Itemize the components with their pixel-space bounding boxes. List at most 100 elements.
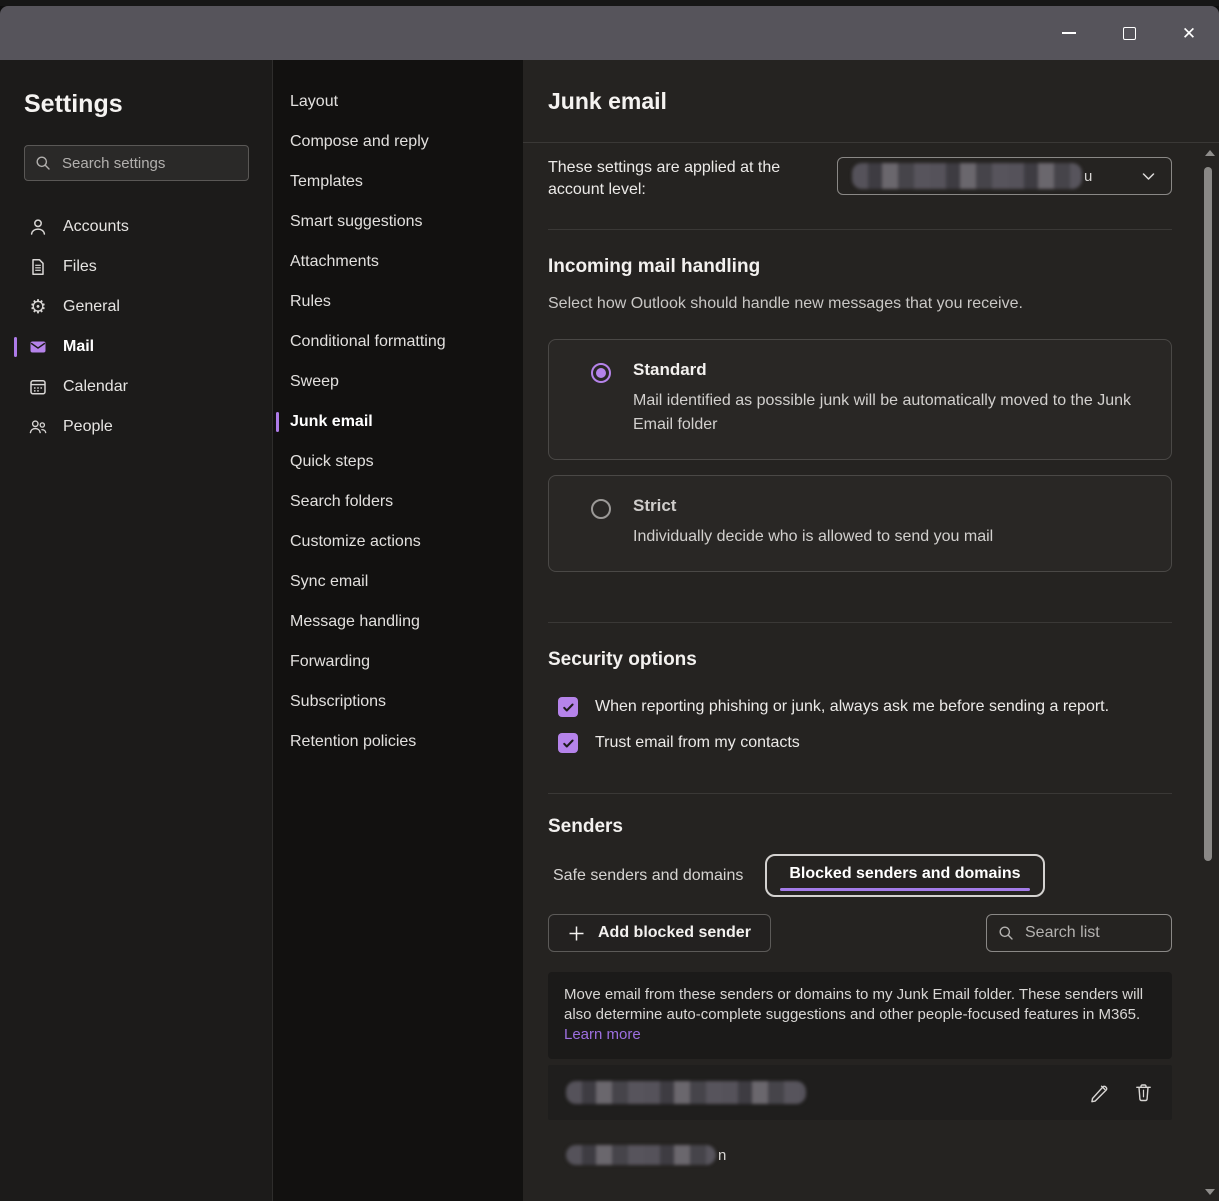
maximize-icon bbox=[1123, 27, 1136, 40]
delete-icon[interactable] bbox=[1133, 1082, 1154, 1103]
incoming-mail-heading: Incoming mail handling bbox=[548, 256, 1172, 278]
nav-item-junk-email[interactable]: Junk email bbox=[273, 402, 523, 442]
nav-item-attachments[interactable]: Attachments bbox=[273, 242, 523, 282]
checkbox-row-trust-contacts: Trust email from my contacts bbox=[548, 733, 1172, 753]
standard-option-card[interactable]: Standard Mail identified as possible jun… bbox=[548, 339, 1172, 460]
sidebar-item-label: People bbox=[63, 418, 113, 436]
divider bbox=[548, 793, 1172, 794]
add-blocked-sender-label: Add blocked sender bbox=[598, 924, 751, 942]
option-content: Strict Individually decide who is allowe… bbox=[633, 496, 993, 549]
blocked-sender-row: n bbox=[548, 1140, 1172, 1170]
settings-dialog-title: Settings bbox=[24, 90, 272, 119]
person-icon bbox=[28, 217, 48, 237]
nav-item-rules[interactable]: Rules bbox=[273, 282, 523, 322]
pane-header: Junk email bbox=[523, 60, 1219, 143]
account-dropdown-value-redacted bbox=[852, 163, 1082, 189]
blocked-sender-address-suffix: n bbox=[718, 1147, 726, 1164]
sidebar-item-files[interactable]: Files bbox=[0, 247, 272, 287]
file-icon bbox=[28, 257, 48, 277]
checkbox-checked-icon[interactable] bbox=[558, 733, 578, 753]
blocked-sender-row bbox=[548, 1065, 1172, 1120]
nav-item-search-folders[interactable]: Search folders bbox=[273, 482, 523, 522]
tab-safe-senders[interactable]: Safe senders and domains bbox=[548, 867, 743, 885]
standard-option-description: Mail identified as possible junk will be… bbox=[633, 389, 1151, 437]
nav-item-forwarding[interactable]: Forwarding bbox=[273, 642, 523, 682]
people-icon bbox=[28, 417, 48, 437]
incoming-mail-subtitle: Select how Outlook should handle new mes… bbox=[548, 295, 1172, 313]
radio-selected-icon[interactable] bbox=[591, 363, 611, 383]
nav-item-message-handling[interactable]: Message handling bbox=[273, 602, 523, 642]
nav-item-quick-steps[interactable]: Quick steps bbox=[273, 442, 523, 482]
close-button[interactable]: ✕ bbox=[1159, 6, 1219, 60]
chevron-down-icon bbox=[1140, 168, 1157, 185]
sidebar-item-label: General bbox=[63, 298, 120, 316]
scrollbar[interactable] bbox=[1201, 143, 1217, 1201]
junk-email-pane: Junk email These settings are applied at… bbox=[523, 60, 1219, 1201]
account-level-row: These settings are applied at the accoun… bbox=[548, 157, 1172, 201]
maximize-button[interactable] bbox=[1099, 6, 1159, 60]
checkbox-row-report-ask: When reporting phishing or junk, always … bbox=[548, 697, 1172, 717]
sidebar-item-label: Mail bbox=[63, 338, 94, 356]
add-blocked-sender-button[interactable]: Add blocked sender bbox=[548, 914, 771, 952]
nav-item-conditional-formatting[interactable]: Conditional formatting bbox=[273, 322, 523, 362]
checkbox-label: Trust email from my contacts bbox=[595, 734, 800, 752]
nav-item-sync-email[interactable]: Sync email bbox=[273, 562, 523, 602]
learn-more-link[interactable]: Learn more bbox=[564, 1026, 641, 1043]
nav-item-sweep[interactable]: Sweep bbox=[273, 362, 523, 402]
security-options-heading: Security options bbox=[548, 649, 1172, 671]
strict-option-description: Individually decide who is allowed to se… bbox=[633, 525, 993, 549]
calendar-icon bbox=[28, 377, 48, 397]
settings-search-input[interactable] bbox=[60, 154, 263, 173]
sidebar-item-accounts[interactable]: Accounts bbox=[0, 207, 272, 247]
strict-option-title: Strict bbox=[633, 496, 993, 516]
sidebar-item-mail[interactable]: Mail bbox=[0, 327, 272, 367]
scrollbar-thumb[interactable] bbox=[1204, 167, 1212, 861]
sidebar-item-calendar[interactable]: Calendar bbox=[0, 367, 272, 407]
option-content: Standard Mail identified as possible jun… bbox=[633, 360, 1151, 437]
minimize-button[interactable] bbox=[1039, 6, 1099, 60]
nav-item-smart-suggestions[interactable]: Smart suggestions bbox=[273, 202, 523, 242]
mail-icon bbox=[28, 337, 48, 357]
close-icon: ✕ bbox=[1182, 25, 1196, 42]
nav-item-subscriptions[interactable]: Subscriptions bbox=[273, 682, 523, 722]
scrollbar-down-arrow-icon[interactable] bbox=[1205, 1189, 1215, 1195]
sidebar-item-people[interactable]: People bbox=[0, 407, 272, 447]
search-list-input[interactable] bbox=[1023, 923, 1143, 943]
nav-item-retention-policies[interactable]: Retention policies bbox=[273, 722, 523, 762]
divider bbox=[548, 229, 1172, 230]
titlebar[interactable]: ✕ bbox=[0, 6, 1219, 60]
nav-item-customize-actions[interactable]: Customize actions bbox=[273, 522, 523, 562]
sidebar-category-list: Accounts Files ⚙ General Mail bbox=[0, 207, 272, 447]
radio-unselected-icon[interactable] bbox=[591, 499, 611, 519]
sidebar-item-label: Files bbox=[63, 258, 97, 276]
divider bbox=[548, 622, 1172, 623]
settings-sidebar: Settings Accounts File bbox=[0, 60, 273, 1201]
search-icon bbox=[998, 925, 1014, 941]
minimize-icon bbox=[1062, 32, 1076, 34]
search-list-box[interactable] bbox=[986, 914, 1172, 952]
standard-option-title: Standard bbox=[633, 360, 1151, 380]
strict-option-card[interactable]: Strict Individually decide who is allowe… bbox=[548, 475, 1172, 572]
search-icon bbox=[35, 155, 51, 171]
edit-icon[interactable] bbox=[1088, 1082, 1109, 1103]
gear-icon: ⚙ bbox=[28, 297, 48, 317]
nav-item-layout[interactable]: Layout bbox=[273, 82, 523, 122]
sidebar-item-general[interactable]: ⚙ General bbox=[0, 287, 272, 327]
nav-item-templates[interactable]: Templates bbox=[273, 162, 523, 202]
blocked-sender-address-redacted bbox=[566, 1081, 806, 1104]
nav-item-compose-and-reply[interactable]: Compose and reply bbox=[273, 122, 523, 162]
sidebar-item-label: Accounts bbox=[63, 218, 129, 236]
account-level-label: These settings are applied at the accoun… bbox=[548, 157, 818, 201]
account-dropdown[interactable]: u bbox=[837, 157, 1172, 195]
scrollbar-up-arrow-icon[interactable] bbox=[1205, 150, 1215, 156]
mail-settings-nav: Layout Compose and reply Templates Smart… bbox=[273, 60, 523, 1201]
checkbox-label: When reporting phishing or junk, always … bbox=[595, 698, 1109, 716]
sidebar-item-label: Calendar bbox=[63, 378, 128, 396]
tab-blocked-senders[interactable]: Blocked senders and domains bbox=[765, 854, 1044, 897]
senders-actions: Add blocked sender bbox=[548, 914, 1172, 952]
blocked-senders-info-text: Move email from these senders or domains… bbox=[564, 986, 1143, 1023]
checkbox-checked-icon[interactable] bbox=[558, 697, 578, 717]
plus-icon bbox=[568, 925, 585, 942]
settings-search-box[interactable] bbox=[24, 145, 249, 181]
page-title: Junk email bbox=[548, 88, 1219, 115]
